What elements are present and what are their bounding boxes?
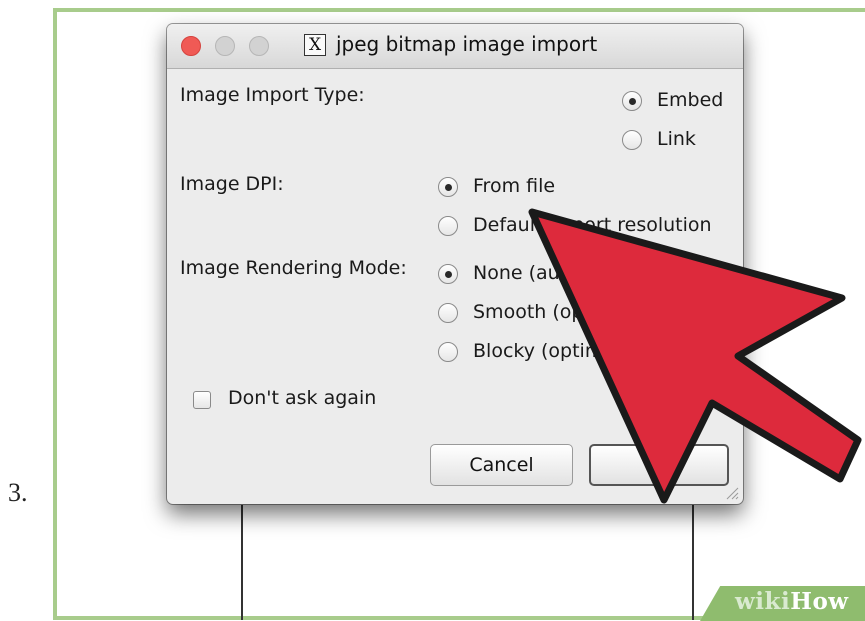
ok-button[interactable]: OK — [589, 444, 729, 486]
dont-ask-again-label[interactable]: Don't ask again — [228, 387, 376, 409]
image-import-dialog: X jpeg bitmap image import Image Import … — [167, 24, 743, 504]
step-number: 3. — [8, 478, 28, 507]
zoom-window-button[interactable] — [249, 36, 269, 56]
default-resolution-radio[interactable] — [438, 216, 458, 236]
from-file-radio[interactable] — [438, 177, 458, 197]
rendering-blocky-option-label[interactable]: Blocky (optimizeSpeed) — [473, 340, 697, 362]
cancel-button[interactable]: Cancel — [430, 444, 573, 486]
wikihow-logo-part1: wiki — [735, 588, 791, 615]
default-resolution-option-label[interactable]: Default import resolution — [473, 214, 712, 236]
background-line-left — [241, 500, 243, 620]
link-radio[interactable] — [622, 130, 642, 150]
dialog-titlebar[interactable]: X jpeg bitmap image import — [167, 24, 743, 69]
embed-radio[interactable] — [622, 91, 642, 111]
rendering-blocky-radio[interactable] — [438, 342, 458, 362]
rendering-none-option-label[interactable]: None (auto) — [473, 262, 586, 284]
x11-app-icon: X — [304, 34, 326, 56]
import-type-label: Image Import Type: — [180, 84, 365, 106]
wikihow-logo: wikiHow — [735, 588, 849, 615]
minimize-window-button[interactable] — [215, 36, 235, 56]
background-line-right — [692, 500, 694, 620]
resize-grip-icon[interactable] — [723, 484, 739, 500]
rendering-none-radio[interactable] — [438, 264, 458, 284]
close-window-button[interactable] — [181, 36, 201, 56]
rendering-mode-label: Image Rendering Mode: — [180, 257, 407, 279]
link-option-label[interactable]: Link — [657, 128, 696, 150]
dpi-label: Image DPI: — [180, 173, 284, 195]
wikihow-logo-part2: How — [790, 588, 849, 615]
dont-ask-again-checkbox[interactable] — [193, 391, 211, 409]
from-file-option-label[interactable]: From file — [473, 175, 555, 197]
dialog-title: jpeg bitmap image import — [336, 32, 598, 56]
rendering-smooth-option-label[interactable]: Smooth (optimizeQuality) — [473, 301, 717, 323]
rendering-smooth-radio[interactable] — [438, 303, 458, 323]
embed-option-label[interactable]: Embed — [657, 89, 723, 111]
